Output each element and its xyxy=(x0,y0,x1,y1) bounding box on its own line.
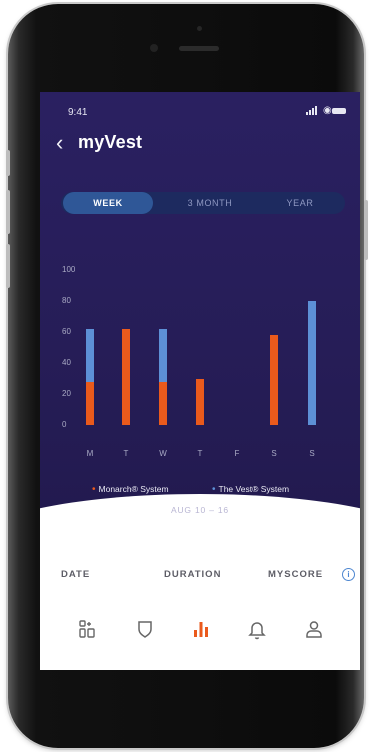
back-chevron-icon[interactable]: ‹ xyxy=(56,132,63,154)
volume-down-button xyxy=(6,244,10,288)
column-header-date[interactable]: DATE xyxy=(61,569,90,580)
bar-vest-segment xyxy=(159,328,167,382)
bar-monarch-segment xyxy=(270,335,278,425)
power-button xyxy=(364,200,368,260)
legend-item-vest: • The Vest® System xyxy=(212,484,289,495)
status-icons: ◉ xyxy=(306,105,346,117)
status-time: 9:41 xyxy=(68,107,88,118)
shield-icon[interactable] xyxy=(134,618,156,640)
legend-label: Monarch® System xyxy=(98,484,169,494)
tab-year[interactable]: YEAR xyxy=(257,192,343,214)
x-tick-label: T xyxy=(197,449,203,458)
earpiece-speaker xyxy=(179,46,219,51)
legend-dot-icon: • xyxy=(212,484,216,495)
info-icon[interactable]: i xyxy=(342,568,355,581)
battery-icon xyxy=(332,108,346,114)
x-tick-label: W xyxy=(159,449,167,458)
x-tick-label: S xyxy=(271,449,277,458)
y-tick-label: 100 xyxy=(62,265,76,274)
column-header-duration[interactable]: DURATION xyxy=(164,569,221,580)
bar-monarch-segment xyxy=(159,381,167,425)
x-tick-label: T xyxy=(123,449,129,458)
column-header-myscore[interactable]: MYSCORE xyxy=(268,569,323,580)
app-screen: 9:41 ◉ ‹ myVest WEEK 3 MONTH YEAR 100 80… xyxy=(40,92,360,670)
dashboard-icon[interactable] xyxy=(76,618,98,640)
bar-vest-segment xyxy=(86,328,94,382)
profile-icon[interactable] xyxy=(303,618,325,640)
x-tick-label: M xyxy=(86,449,94,458)
signal-icon xyxy=(309,110,311,115)
wifi-icon: ◉ xyxy=(323,105,332,116)
volume-up-button xyxy=(6,190,10,234)
mute-switch xyxy=(6,150,10,176)
bar-vest-segment xyxy=(308,301,316,425)
legend-label: The Vest® System xyxy=(218,484,290,494)
signal-icon xyxy=(315,106,317,115)
front-sensor xyxy=(197,26,202,31)
date-range: AUG 10 – 16 xyxy=(171,505,229,515)
page-title: myVest xyxy=(78,132,143,152)
legend-item-monarch: • Monarch® System xyxy=(92,484,169,495)
signal-icon xyxy=(306,112,308,115)
y-tick-label: 0 xyxy=(62,420,67,429)
bar-chart-icon[interactable] xyxy=(190,618,212,640)
bell-icon[interactable] xyxy=(246,618,268,640)
x-tick-label: F xyxy=(234,449,240,458)
x-tick-label: S xyxy=(309,449,315,458)
period-segmented-control: WEEK 3 MONTH YEAR xyxy=(61,192,345,214)
tab-3-month[interactable]: 3 MONTH xyxy=(165,192,255,214)
bar-monarch-segment xyxy=(86,381,94,425)
legend-dot-icon: • xyxy=(92,484,96,495)
y-tick-label: 40 xyxy=(62,358,71,367)
y-tick-label: 60 xyxy=(62,327,71,336)
bar-monarch-segment xyxy=(122,328,130,425)
bar-monarch-segment xyxy=(196,378,204,425)
signal-icon xyxy=(312,108,314,115)
tab-week[interactable]: WEEK xyxy=(63,192,153,214)
y-tick-label: 20 xyxy=(62,389,71,398)
front-camera xyxy=(150,44,158,52)
y-tick-label: 80 xyxy=(62,296,71,305)
